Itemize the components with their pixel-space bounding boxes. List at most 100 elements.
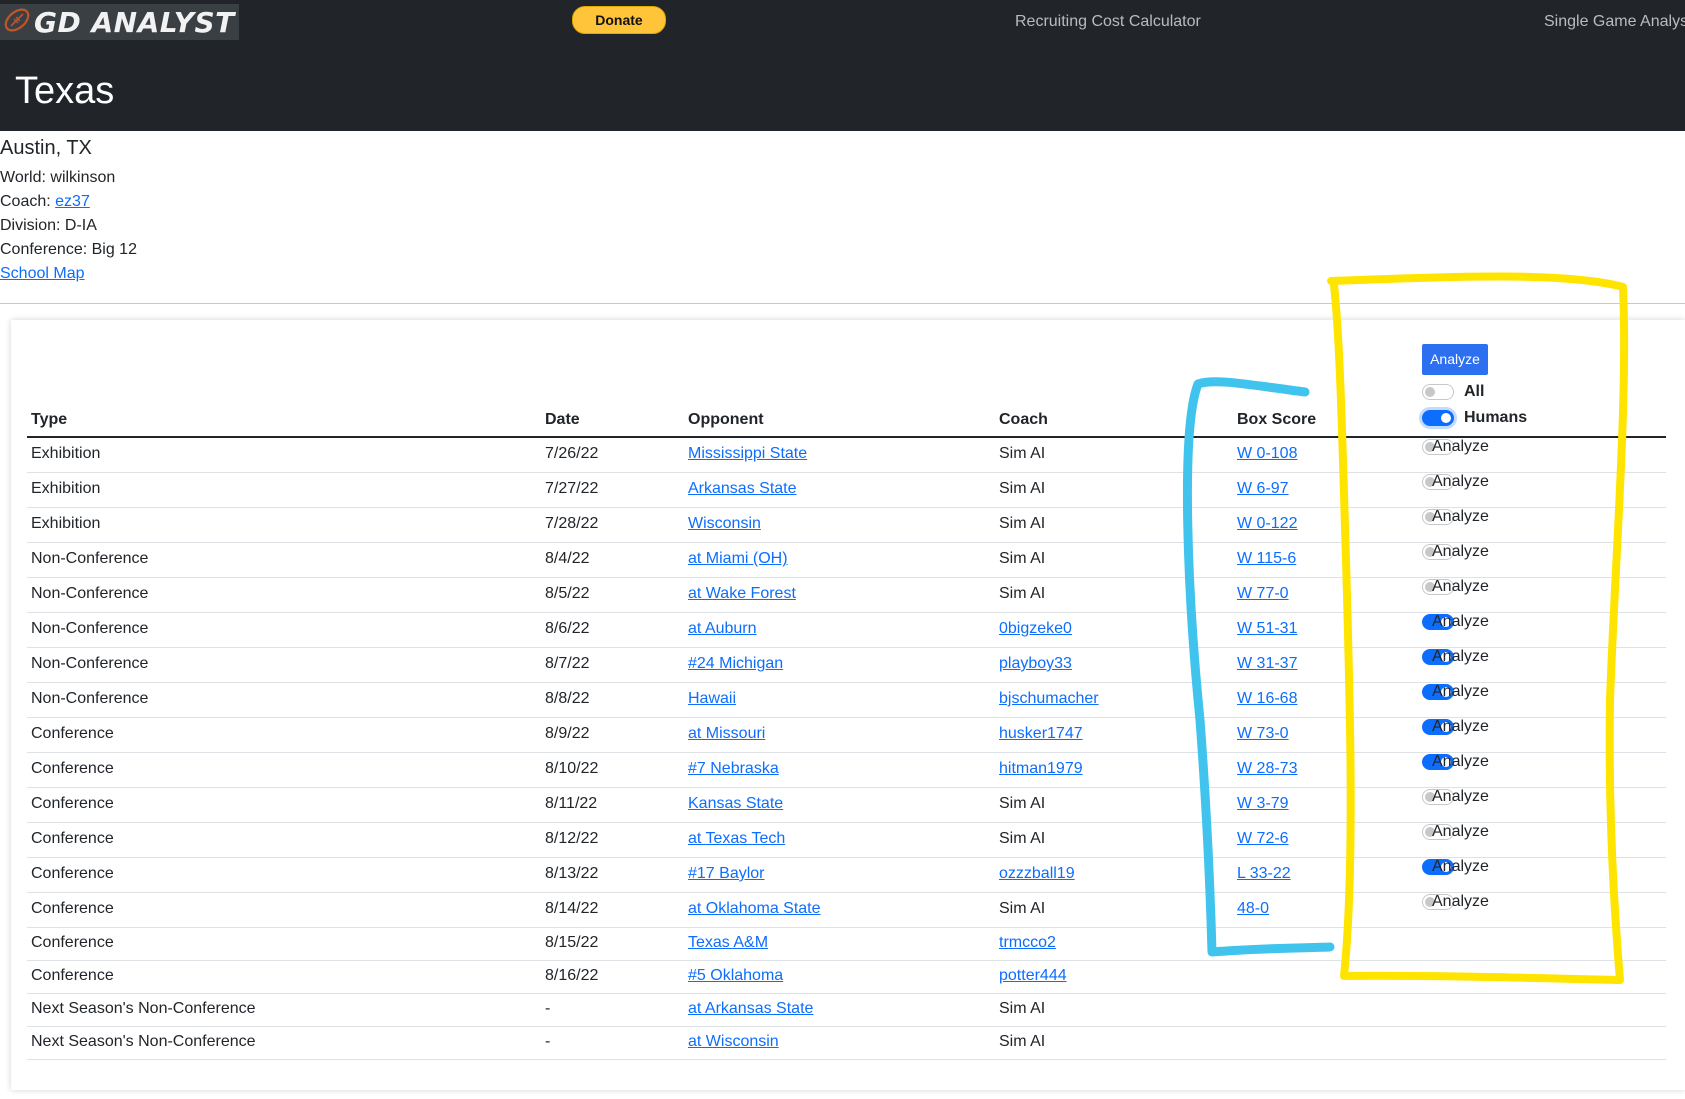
row-date: 8/8/22 [545,690,590,707]
coach-link[interactable]: ez37 [55,193,90,210]
row-box-score-link[interactable]: W 28-73 [1237,760,1297,777]
brand-logo[interactable]: GD ANALYST [0,4,239,40]
nav-single-game-analysis[interactable]: Single Game Analysis [1544,13,1685,31]
table-row: Conference 8/14/22 at Oklahoma State Sim AI… [27,892,1666,928]
row-date: 8/13/22 [545,865,599,882]
analyze-button[interactable]: Analyze [1422,344,1488,375]
row-box-score-link-cell: W 31-37 [1237,655,1297,673]
row-box-score-link[interactable]: W 16-68 [1237,690,1297,707]
row-analyze-label: Analyze [1432,858,1489,875]
row-box-score-link-cell: W 0-108 [1237,445,1297,463]
table-row: Conference 8/13/22 #17 Baylor ozzzball19 L 3… [27,857,1666,893]
row-type: Non-Conference [31,690,149,707]
row-box-score-link[interactable]: W 6-97 [1237,480,1289,497]
row-opponent-link-cell: at Miami (OH) [688,550,788,568]
donate-button[interactable]: Donate [572,6,666,34]
row-box-score-link-cell: W 72-6 [1237,830,1289,848]
row-analyze-label: Analyze [1432,753,1489,770]
row-opponent-link[interactable]: at Missouri [688,725,765,742]
row-opponent-link-cell: at Wake Forest [688,585,796,603]
team-city: Austin, TX [0,137,92,159]
row-opponent-link[interactable]: at Auburn [688,620,757,637]
row-opponent-link[interactable]: #17 Baylor [688,865,765,882]
row-opponent-link-cell: at Wisconsin [688,1033,779,1051]
row-type: Non-Conference [31,655,149,672]
row-box-score-link-cell: W 115-6 [1237,550,1296,568]
row-box-score-link-cell: W 16-68 [1237,690,1297,708]
brand-name: GD ANALYST [34,5,235,39]
row-coach-link[interactable]: bjschumacher [999,690,1099,707]
row-box-score-link[interactable]: W 115-6 [1237,550,1296,567]
row-type: Exhibition [31,480,101,497]
row-opponent-link[interactable]: Wisconsin [688,515,761,532]
row-box-score-link[interactable]: W 51-31 [1237,620,1297,637]
row-date: 8/11/22 [545,795,598,812]
school-map-link[interactable]: School Map [0,265,85,282]
row-opponent-link-cell: Hawaii [688,690,736,708]
row-date: - [545,1033,551,1050]
row-coach: Sim AI [999,550,1046,567]
row-box-score-link[interactable]: W 31-37 [1237,655,1297,672]
row-coach-link[interactable]: 0bigzeke0 [999,620,1072,637]
table-row: Conference 8/11/22 Kansas State Sim AI W 3-7… [27,787,1666,823]
row-analyze-label: Analyze [1432,823,1489,840]
table-row: Non-Conference 8/6/22 at Auburn 0bigzeke0 W … [27,612,1666,648]
row-analyze-label: Analyze [1432,648,1489,665]
row-coach: Sim AI [999,585,1046,602]
team-division: Division: D-IA [0,217,97,234]
row-opponent-link[interactable]: #7 Nebraska [688,760,779,777]
all-toggle[interactable] [1422,384,1454,400]
row-date: 8/4/22 [545,550,590,567]
row-opponent-link[interactable]: #5 Oklahoma [688,967,783,984]
row-opponent-link[interactable]: Kansas State [688,795,783,812]
row-opponent-link[interactable]: at Arkansas State [688,1000,813,1017]
row-opponent-link[interactable]: Arkansas State [688,480,797,497]
nav-recruiting-cost-calculator[interactable]: Recruiting Cost Calculator [1015,13,1201,31]
row-coach: Sim AI [999,1000,1046,1017]
row-box-score-link[interactable]: W 72-6 [1237,830,1289,847]
row-box-score-link[interactable]: W 73-0 [1237,725,1289,742]
row-type: Conference [31,900,114,917]
row-type: Next Season's Non-Conference [31,1033,256,1050]
row-opponent-link[interactable]: at Miami (OH) [688,550,788,567]
row-coach-link[interactable]: trmcco2 [999,934,1056,951]
row-opponent-link[interactable]: at Wisconsin [688,1033,779,1050]
team-info: Austin, TX World: wilkinson Coach: ez37 … [0,137,137,286]
row-opponent-link-cell: at Texas Tech [688,830,785,848]
row-date: - [545,1000,551,1017]
row-box-score-link[interactable]: W 3-79 [1237,795,1289,812]
table-row: Exhibition 7/27/22 Arkansas State Sim AI W 6… [27,472,1666,508]
row-coach-link[interactable]: potter444 [999,967,1067,984]
row-opponent-link-cell: Arkansas State [688,480,797,498]
row-opponent-link[interactable]: Texas A&M [688,934,768,951]
row-opponent-link[interactable]: Hawaii [688,690,736,707]
row-opponent-link[interactable]: at Wake Forest [688,585,796,602]
row-coach-link[interactable]: playboy33 [999,655,1072,672]
row-box-score-link[interactable]: W 0-122 [1237,515,1297,532]
row-date: 8/10/22 [545,760,599,777]
row-box-score-link[interactable]: W 0-108 [1237,445,1297,462]
row-opponent-link[interactable]: Mississippi State [688,445,807,462]
row-type: Non-Conference [31,550,149,567]
row-coach-link-cell: hitman1979 [999,760,1083,778]
row-coach: Sim AI [999,515,1046,532]
row-opponent-link[interactable]: #24 Michigan [688,655,783,672]
page-title: Texas [15,70,115,112]
row-date: 7/26/22 [545,445,599,462]
row-opponent-link-cell: Kansas State [688,795,783,813]
row-box-score-link[interactable]: W 77-0 [1237,585,1289,602]
row-opponent-link[interactable]: at Texas Tech [688,830,785,847]
row-analyze-label: Analyze [1432,718,1489,735]
row-coach-link[interactable]: ozzzball19 [999,865,1075,882]
row-coach-link-cell: trmcco2 [999,934,1056,952]
table-header: Type Date Opponent Coach Box Score [27,406,1666,438]
row-opponent-link-cell: Wisconsin [688,515,761,533]
row-opponent-link[interactable]: at Oklahoma State [688,900,821,917]
row-opponent-link-cell: at Auburn [688,620,757,638]
row-box-score-link[interactable]: L 33-22 [1237,865,1291,882]
header-opponent: Opponent [688,411,764,428]
row-coach-link[interactable]: husker1747 [999,725,1083,742]
row-coach-link[interactable]: hitman1979 [999,760,1083,777]
table-row: Conference 8/16/22 #5 Oklahoma potter444 [27,960,1666,994]
row-box-score-link[interactable]: 48-0 [1237,900,1269,917]
